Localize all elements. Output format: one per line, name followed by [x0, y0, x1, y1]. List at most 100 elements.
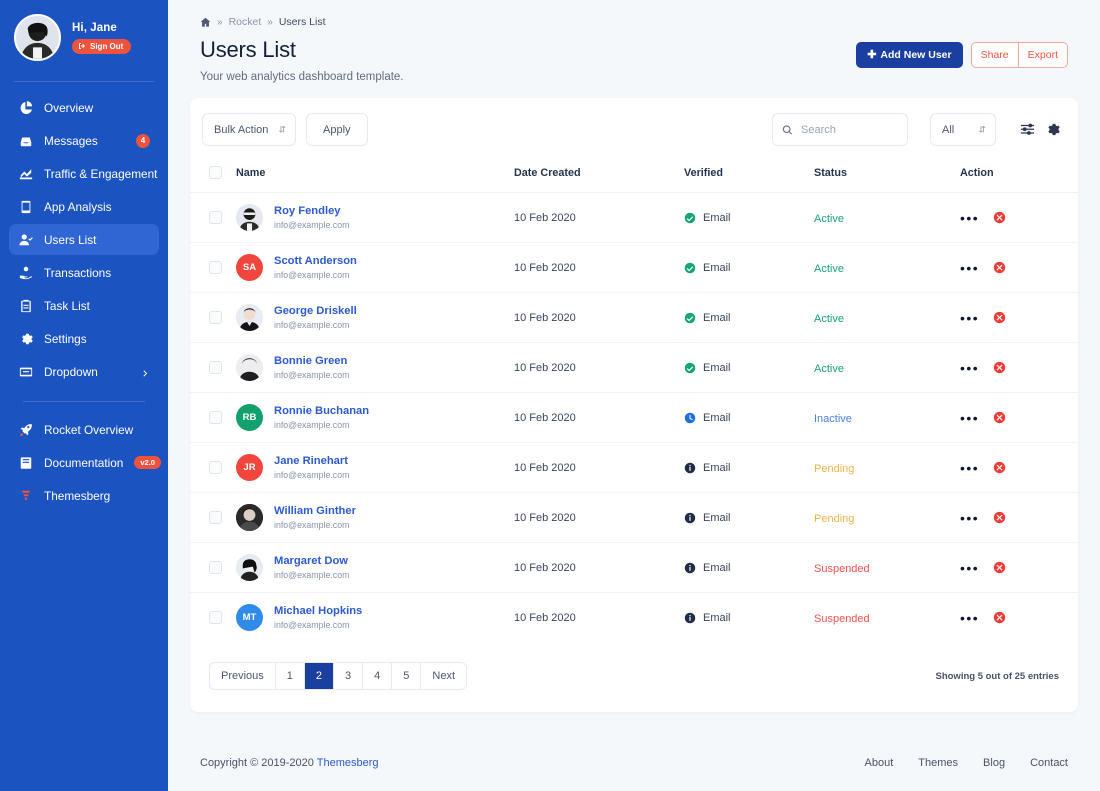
search-box[interactable]	[772, 113, 908, 146]
share-button[interactable]: Share	[971, 42, 1018, 68]
row-checkbox[interactable]	[209, 311, 222, 324]
book-icon	[18, 455, 33, 470]
footer-link-themes[interactable]: Themes	[918, 757, 958, 769]
more-actions-button[interactable]: •••	[960, 314, 979, 322]
pagination-previous[interactable]: Previous	[210, 663, 276, 689]
pagination-page-3[interactable]: 3	[334, 663, 363, 689]
more-actions-button[interactable]: •••	[960, 364, 979, 372]
add-new-user-button[interactable]: ✚ Add New User	[856, 42, 962, 68]
row-verified: Email	[684, 493, 814, 543]
more-actions-button[interactable]: •••	[960, 514, 979, 522]
user-name-link[interactable]: Scott Anderson	[274, 255, 357, 267]
footer-link-contact[interactable]: Contact	[1030, 757, 1068, 769]
row-date-created: 10 Feb 2020	[514, 543, 684, 593]
row-select-cell	[190, 343, 236, 393]
sidebar-item-label: Transactions	[44, 266, 150, 280]
filter-select[interactable]: All ⇵	[930, 113, 996, 146]
row-checkbox[interactable]	[209, 461, 222, 474]
main-area: » Rocket » Users List Users List Your we…	[168, 0, 1100, 791]
sidebar-item-rocket-overview[interactable]: Rocket Overview	[9, 414, 159, 445]
user-email: info@example.com	[274, 570, 349, 580]
delete-circle-icon[interactable]	[993, 461, 1006, 474]
gear-icon[interactable]	[1045, 122, 1060, 137]
more-actions-button[interactable]: •••	[960, 614, 979, 622]
delete-circle-icon[interactable]	[993, 261, 1006, 274]
user-name-link[interactable]: George Driskell	[274, 305, 357, 317]
breadcrumb-item-rocket[interactable]: Rocket	[229, 16, 262, 28]
row-checkbox[interactable]	[209, 261, 222, 274]
more-actions-button[interactable]: •••	[960, 414, 979, 422]
row-checkbox[interactable]	[209, 561, 222, 574]
more-actions-button[interactable]: •••	[960, 564, 979, 572]
pagination-page-4[interactable]: 4	[363, 663, 392, 689]
row-status: Pending	[814, 443, 960, 493]
themesberg-link[interactable]: Themesberg	[317, 757, 379, 769]
footer-link-about[interactable]: About	[865, 757, 894, 769]
row-verified: Email	[684, 443, 814, 493]
user-name-link[interactable]: Bonnie Green	[274, 355, 349, 367]
sidebar-item-label: Dropdown	[44, 365, 130, 379]
user-email: info@example.com	[274, 620, 362, 630]
sidebar-item-messages[interactable]: Messages 4	[9, 125, 159, 156]
row-checkbox[interactable]	[209, 211, 222, 224]
table-head: Name Date Created Verified Status Action	[190, 160, 1078, 193]
user-name-link[interactable]: Michael Hopkins	[274, 605, 362, 617]
sliders-icon[interactable]	[1020, 122, 1035, 137]
select-all-checkbox[interactable]	[209, 166, 222, 179]
pagination-page-2[interactable]: 2	[305, 663, 334, 689]
delete-circle-icon[interactable]	[993, 211, 1006, 224]
sign-out-button[interactable]: Sign Out	[72, 39, 131, 54]
sidebar-item-task-list[interactable]: Task List	[9, 290, 159, 321]
more-actions-button[interactable]: •••	[960, 214, 979, 222]
delete-circle-icon[interactable]	[993, 311, 1006, 324]
row-actions: •••	[960, 443, 1078, 493]
breadcrumb-separator: »	[267, 17, 273, 28]
page-header: Users List Your web analytics dashboard …	[190, 28, 1078, 83]
user-name-link[interactable]: Ronnie Buchanan	[274, 405, 369, 417]
pagination-page-1[interactable]: 1	[276, 663, 305, 689]
sidebar-item-dropdown[interactable]: Dropdown	[9, 356, 159, 387]
delete-circle-icon[interactable]	[993, 561, 1006, 574]
row-checkbox[interactable]	[209, 511, 222, 524]
check-circle-icon	[684, 362, 696, 374]
user-name-link[interactable]: Roy Fendley	[274, 205, 349, 217]
row-user-cell: RBRonnie Buchananinfo@example.com	[236, 393, 514, 443]
delete-circle-icon[interactable]	[993, 411, 1006, 424]
search-input[interactable]	[801, 124, 897, 136]
sidebar-item-documentation[interactable]: Documentation v2.0	[9, 447, 159, 478]
home-icon[interactable]	[200, 17, 211, 28]
status-badge: Inactive	[814, 413, 852, 425]
version-badge: v2.0	[134, 456, 161, 469]
verified-label: Email	[703, 462, 731, 474]
sidebar-item-settings[interactable]: Settings	[9, 323, 159, 354]
bulk-action-select[interactable]: Bulk Action ⇵	[202, 113, 296, 146]
footer-link-blog[interactable]: Blog	[983, 757, 1005, 769]
apply-button[interactable]: Apply	[306, 113, 368, 146]
delete-circle-icon[interactable]	[993, 611, 1006, 624]
export-button[interactable]: Export	[1018, 42, 1068, 68]
themesberg-icon	[18, 488, 33, 503]
column-select-all	[190, 160, 236, 193]
pagination-next[interactable]: Next	[421, 663, 466, 689]
sidebar-item-app-analysis[interactable]: App Analysis	[9, 191, 159, 222]
row-select-cell	[190, 193, 236, 243]
user-email: info@example.com	[274, 370, 349, 380]
sidebar-item-overview[interactable]: Overview	[9, 92, 159, 123]
pagination-page-5[interactable]: 5	[392, 663, 421, 689]
sidebar-item-themesberg[interactable]: Themesberg	[9, 480, 159, 511]
more-actions-button[interactable]: •••	[960, 264, 979, 272]
user-name-link[interactable]: Margaret Dow	[274, 555, 349, 567]
user-name-link[interactable]: William Ginther	[274, 505, 356, 517]
delete-circle-icon[interactable]	[993, 511, 1006, 524]
row-checkbox[interactable]	[209, 611, 222, 624]
row-checkbox[interactable]	[209, 411, 222, 424]
search-icon	[782, 124, 793, 135]
delete-circle-icon[interactable]	[993, 361, 1006, 374]
row-checkbox[interactable]	[209, 361, 222, 374]
sidebar-item-users-list[interactable]: Users List	[9, 224, 159, 255]
user-email: info@example.com	[274, 320, 357, 330]
sidebar-item-transactions[interactable]: Transactions	[9, 257, 159, 288]
user-name-link[interactable]: Jane Rinehart	[274, 455, 349, 467]
more-actions-button[interactable]: •••	[960, 464, 979, 472]
sidebar-item-traffic-engagement[interactable]: Traffic & Engagement	[9, 158, 159, 189]
